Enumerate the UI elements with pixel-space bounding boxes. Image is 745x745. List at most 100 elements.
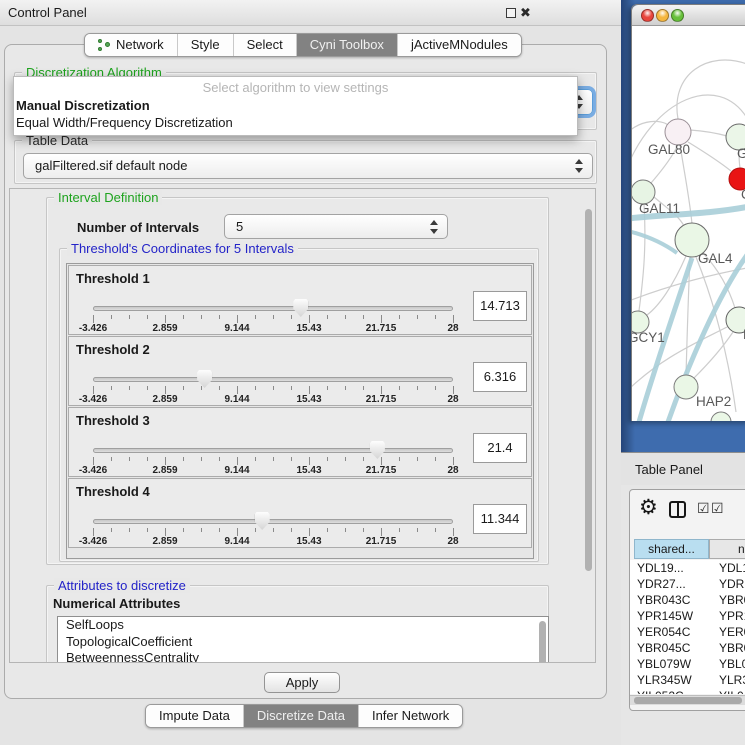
slider-track[interactable]: [93, 448, 453, 453]
table-row[interactable]: YBR045CYBR0: [630, 640, 745, 656]
tick-mark: [201, 528, 202, 532]
table-data-combobox[interactable]: galFiltered.sif default node: [23, 153, 593, 179]
tick-mark: [183, 528, 184, 532]
attribute-item-selfloops[interactable]: SelfLoops: [58, 617, 548, 634]
tick-mark: [255, 528, 256, 532]
tab-infer-network[interactable]: Infer Network: [358, 705, 462, 727]
tick-mark: [453, 315, 454, 323]
zoom-traffic-light[interactable]: [671, 9, 684, 22]
list-scrollbar-thumb[interactable]: [539, 621, 546, 663]
attribute-item-topologicalcoefficient[interactable]: TopologicalCoefficient: [58, 634, 548, 651]
tab-label: Style: [191, 34, 220, 56]
thresholds-group-title: Threshold's Coordinates for 5 Intervals: [67, 241, 298, 256]
tick-mark: [219, 528, 220, 532]
network-node-label: GA: [737, 146, 745, 161]
tick-label: 28: [447, 465, 458, 476]
table-row[interactable]: YBR043CYBR0: [630, 592, 745, 608]
tick-mark: [93, 457, 94, 465]
cell-shared-name: YDR27...: [630, 576, 712, 592]
tick-label: 2.859: [152, 323, 177, 334]
tab-discretize-data[interactable]: Discretize Data: [243, 705, 358, 727]
slider-track[interactable]: [93, 377, 453, 382]
combobox-arrows-icon: [430, 220, 438, 234]
popup-option-equal-width-frequency-discretization[interactable]: Equal Width/Frequency Discretization: [14, 114, 577, 131]
tab-network[interactable]: Network: [85, 34, 177, 56]
attribute-item-betweennesscentrality[interactable]: BetweennessCentrality: [58, 650, 548, 663]
tick-mark: [345, 315, 346, 319]
tick-mark: [345, 457, 346, 461]
tick-mark: [237, 528, 238, 536]
tick-label: 9.144: [224, 394, 249, 405]
float-window-icon[interactable]: [506, 8, 516, 18]
slider-track[interactable]: [93, 519, 453, 524]
apply-button[interactable]: Apply: [264, 672, 340, 693]
table-row[interactable]: YER054CYER0: [630, 624, 745, 640]
network-node[interactable]: [674, 375, 698, 399]
close-traffic-light[interactable]: [641, 9, 654, 22]
table-row[interactable]: YBL079WYBL0: [630, 656, 745, 672]
tick-mark: [327, 457, 328, 461]
cell-shared-name: YBL079W: [630, 656, 712, 672]
tick-mark: [129, 315, 130, 319]
threshold-value-field[interactable]: 14.713: [473, 291, 527, 321]
tick-mark: [309, 315, 310, 323]
tab-label: Cyni Toolbox: [310, 34, 384, 56]
cell-shared-name: YLR345W: [630, 672, 712, 688]
column-header-shared-name[interactable]: shared...: [634, 539, 709, 559]
tick-mark: [417, 386, 418, 390]
tick-mark: [309, 528, 310, 536]
network-node-label: GCY1: [632, 330, 665, 345]
threshold-row-4: Threshold 4-3.4262.8599.14415.4321.71528…: [68, 478, 532, 548]
threshold-value-field[interactable]: 21.4: [473, 433, 527, 463]
split-columns-icon[interactable]: [669, 501, 686, 518]
table-hscrollbar-thumb[interactable]: [634, 697, 742, 704]
network-edge-thick: [632, 230, 677, 253]
minimize-traffic-light[interactable]: [656, 9, 669, 22]
slider-track[interactable]: [93, 306, 453, 311]
tick-label: 28: [447, 323, 458, 334]
cell-name: YBR0: [712, 640, 745, 656]
network-window-titlebar[interactable]: [632, 5, 745, 26]
node-table: ⚙ ☑ ☑ shared... n... YDL19...YDL1YDR27..…: [629, 489, 745, 711]
numerical-attributes-list[interactable]: SelfLoopsTopologicalCoefficientBetweenne…: [57, 616, 549, 663]
bottom-tab-bar: Impute DataDiscretize Data Infer Network: [145, 704, 463, 728]
popup-option-manual-discretization[interactable]: Manual Discretization: [14, 97, 577, 114]
table-row[interactable]: YPR145WYPR1: [630, 608, 745, 624]
tick-label: 28: [447, 394, 458, 405]
tab-style[interactable]: Style: [177, 34, 233, 56]
number-of-intervals-combobox[interactable]: 5: [224, 214, 448, 239]
tab-jactivemnodules[interactable]: jActiveMNodules: [397, 34, 521, 56]
table-hscrollbar[interactable]: [630, 695, 745, 705]
tick-mark: [273, 386, 274, 390]
tick-mark: [435, 386, 436, 390]
checkbox-checked-icon[interactable]: ☑: [697, 500, 710, 517]
tick-mark: [147, 315, 148, 319]
table-row[interactable]: YIL052CYIL0: [630, 688, 745, 694]
tab-select[interactable]: Select: [233, 34, 296, 56]
tick-label: 9.144: [224, 536, 249, 547]
tick-mark: [291, 528, 292, 532]
threshold-value-field[interactable]: 6.316: [473, 362, 527, 392]
tick-mark: [111, 457, 112, 461]
panel-title: Control Panel: [8, 5, 87, 20]
tick-mark: [327, 528, 328, 532]
column-header-name[interactable]: n...: [709, 539, 745, 559]
tab-label: Infer Network: [372, 705, 449, 727]
table-row[interactable]: YDR27...YDR2: [630, 576, 745, 592]
network-node[interactable]: [711, 412, 731, 421]
tab-cyni-toolbox[interactable]: Cyni Toolbox: [296, 34, 397, 56]
gear-icon[interactable]: ⚙: [639, 495, 658, 520]
tick-mark: [255, 386, 256, 390]
table-row[interactable]: YLR345WYLR3: [630, 672, 745, 688]
tick-mark: [165, 315, 166, 323]
threshold-value-field[interactable]: 11.344: [473, 504, 527, 534]
tick-mark: [327, 386, 328, 390]
checkbox-checked-icon[interactable]: ☑: [711, 500, 724, 517]
threshold-label: Threshold 2: [76, 342, 150, 357]
panel-scrollbar-thumb[interactable]: [585, 209, 592, 571]
network-canvas[interactable]: GAL80GACGAL11GAL4GCY1HHAP2: [632, 26, 745, 421]
algorithm-dropdown-popup: Select algorithm to view settings Manual…: [13, 76, 578, 136]
table-row[interactable]: YDL19...YDL1: [630, 560, 745, 576]
tab-impute-data[interactable]: Impute Data: [146, 705, 243, 727]
close-icon[interactable]: ✖: [520, 5, 531, 21]
